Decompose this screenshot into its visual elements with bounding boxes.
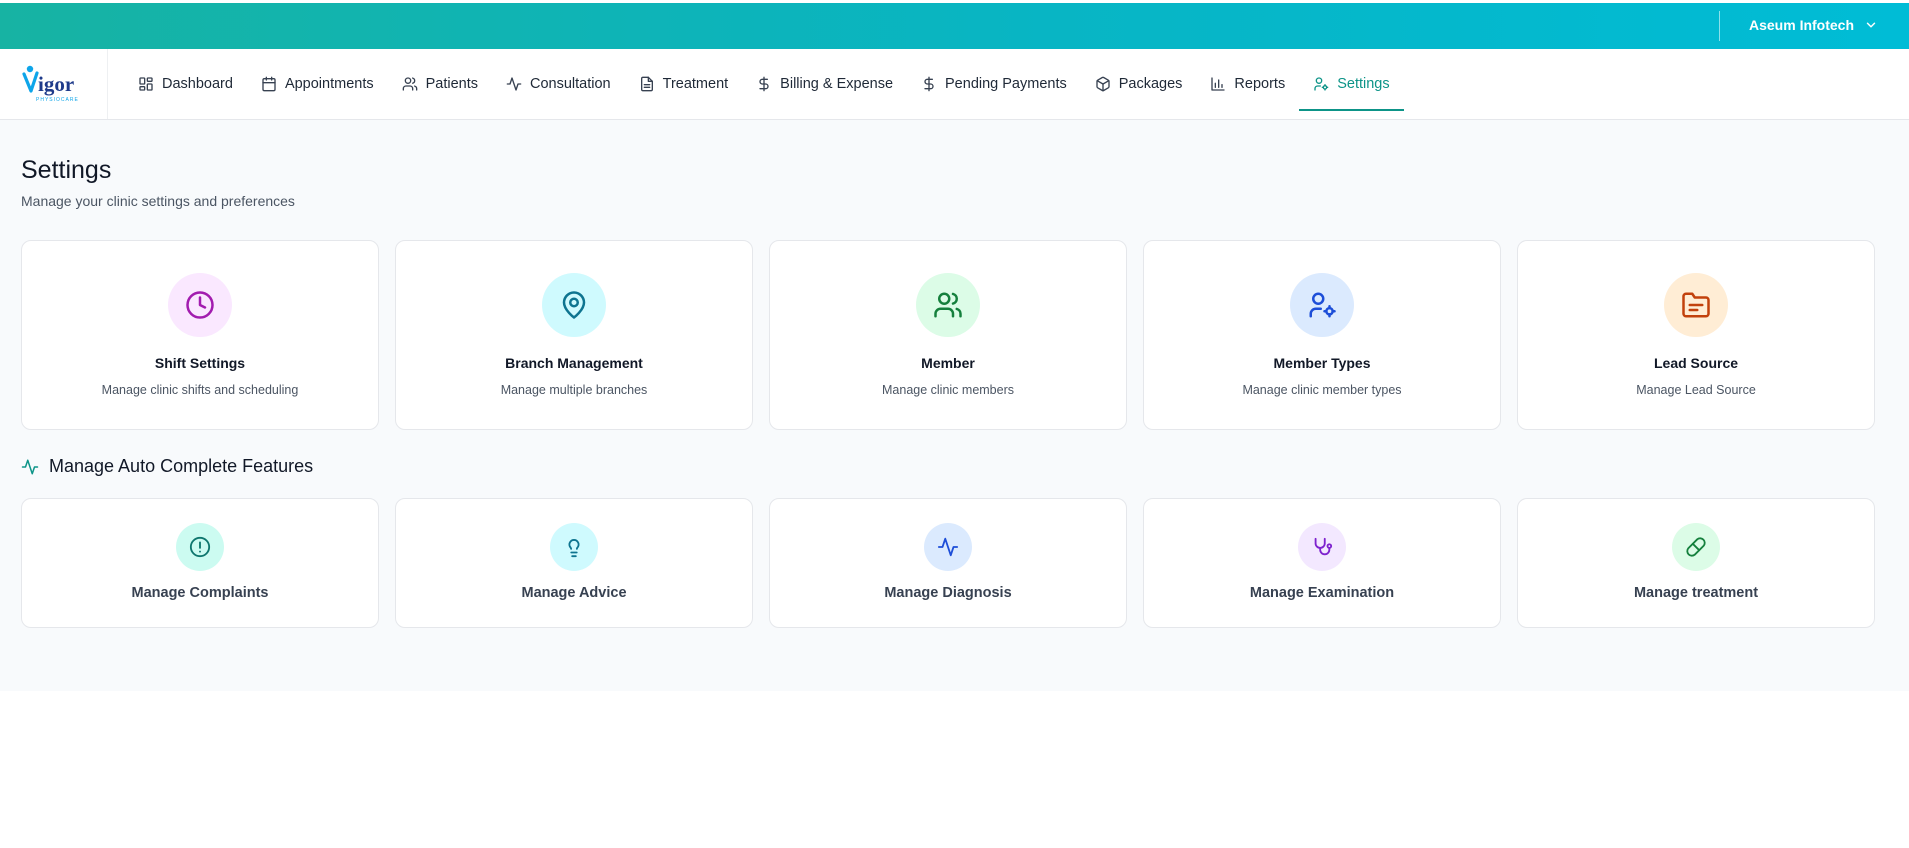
card-title: Shift Settings [154,355,246,371]
activity-icon [21,459,39,474]
lightbulb-icon [568,539,580,558]
user-cog-icon [1309,292,1336,318]
nav-label: Packages [1118,76,1183,92]
card-title: Branch Management [505,355,643,371]
card-title: Member [921,355,975,371]
page-title: Settings [21,156,112,184]
dollar-icon [759,76,769,92]
activity-icon [506,77,522,91]
card-shift-settings[interactable]: Shift Settings Manage clinic shifts and s… [21,240,379,430]
calendar-icon [262,76,276,92]
card-lead-source[interactable]: Lead Source Manage Lead Source [1517,240,1875,430]
nav-packages[interactable]: Packages [1081,49,1197,119]
nav-settings[interactable]: Settings [1299,49,1405,119]
card-icon-wrap [176,523,224,571]
nav-label: Patients [425,76,479,92]
top-bar: Aseum Infotech [0,3,1909,49]
topbar-divider [1719,11,1720,41]
dollar-icon [924,76,934,92]
nav-consultation[interactable]: Consultation [492,49,625,119]
bar-chart-icon [1211,77,1226,91]
nav-label: Appointments [284,76,374,92]
nav-label: Billing & Expense [780,76,894,92]
clock-icon [186,291,214,319]
card-member[interactable]: Member Manage clinic members [769,240,1127,430]
autocomplete-cards: Manage Complaints Manage Advice Manage Dia… [21,498,1875,628]
card-manage-examination[interactable]: Manage Examination [1143,498,1501,628]
org-menu[interactable]: Aseum Infotech [1749,17,1878,33]
folder-icon [1682,292,1710,318]
card-icon-wrap [1290,273,1354,337]
card-manage-diagnosis[interactable]: Manage Diagnosis [769,498,1127,628]
card-title: Lead Source [1653,355,1739,371]
card-icon-wrap [1298,523,1346,571]
nav-label: Dashboard [162,76,233,92]
settings-page: Settings Manage your clinic settings and… [0,120,1909,691]
card-description: Manage clinic shifts and scheduling [101,383,299,397]
document-icon [640,76,653,92]
autocomplete-section-header: Manage Auto Complete Features [21,456,313,477]
logo[interactable]: igor PHYSIOCARE [0,49,108,119]
nav-pending-payments[interactable]: Pending Payments [907,49,1081,119]
card-title: Manage Examination [1249,585,1395,601]
chevron-down-icon [1866,22,1876,28]
map-pin-icon [562,291,586,319]
org-name: Aseum Infotech [1749,17,1855,33]
logo-tagline: PHYSIOCARE [36,97,79,103]
dashboard-icon [139,77,153,91]
logo-text: igor [38,72,74,96]
user-cog-icon [1314,77,1329,91]
page-subtitle: Manage your clinic settings and preferen… [21,193,295,209]
card-icon-wrap [1664,273,1728,337]
activity-icon [937,537,959,557]
card-icon-wrap [550,523,598,571]
card-title: Manage Diagnosis [884,585,1012,601]
main-nav-bar: igor PHYSIOCARE Dashboard Appointments Pat… [0,49,1909,120]
nav-label: Consultation [530,76,611,92]
card-icon-wrap [1672,523,1720,571]
nav-treatment[interactable]: Treatment [625,49,743,119]
card-manage-advice[interactable]: Manage Advice [395,498,753,628]
users-icon [402,77,417,91]
card-icon-wrap [542,273,606,337]
pill-icon [1686,537,1706,557]
users-icon [934,292,962,318]
card-description: Manage multiple branches [500,383,648,397]
card-title: Member Types [1273,355,1371,371]
card-icon-wrap [924,523,972,571]
nav-reports[interactable]: Reports [1196,49,1299,119]
nav-appointments[interactable]: Appointments [247,49,388,119]
nav-dashboard[interactable]: Dashboard [124,49,247,119]
card-manage-treatment[interactable]: Manage treatment [1517,498,1875,628]
nav-label: Reports [1234,76,1286,92]
card-description: Manage clinic members [882,383,1014,397]
package-icon [1096,76,1110,92]
settings-cards: Shift Settings Manage clinic shifts and s… [21,240,1875,430]
card-title: Manage Complaints [131,585,269,601]
card-title: Manage Advice [521,585,627,601]
section-title: Manage Auto Complete Features [49,456,314,476]
card-member-types[interactable]: Member Types Manage clinic member types [1143,240,1501,430]
nav-billing-expense[interactable]: Billing & Expense [742,49,907,119]
card-manage-complaints[interactable]: Manage Complaints [21,498,379,628]
nav-patients[interactable]: Patients [388,49,492,119]
alert-circle-icon [189,536,211,558]
card-branch-management[interactable]: Branch Management Manage multiple branche… [395,240,753,430]
nav-label: Treatment [662,76,729,92]
card-icon-wrap [168,273,232,337]
card-description: Manage Lead Source [1636,383,1756,397]
card-icon-wrap [916,273,980,337]
nav-menu: Dashboard Appointments Patients Consultatio… [108,49,1405,119]
stethoscope-icon [1314,537,1333,556]
nav-label: Pending Payments [945,76,1067,92]
card-description: Manage clinic member types [1242,383,1402,397]
nav-label: Settings [1337,76,1390,92]
card-title: Manage treatment [1633,585,1759,601]
